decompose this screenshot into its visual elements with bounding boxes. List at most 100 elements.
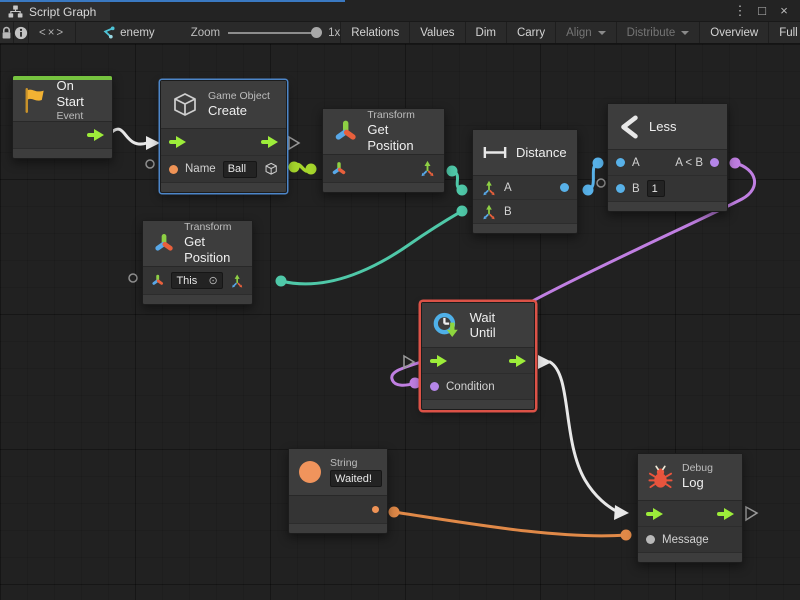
node-title: On Start	[56, 78, 102, 111]
transform-port-icon[interactable]	[331, 161, 347, 177]
vector3-port-icon[interactable]	[230, 273, 244, 289]
node-string-literal[interactable]: String	[288, 448, 388, 534]
info-icon	[14, 26, 28, 40]
node-header[interactable]: Transform Get Position	[323, 109, 444, 155]
node-category: Game Object	[208, 90, 270, 103]
node-subtitle: Event	[56, 110, 102, 123]
node-create-game-object[interactable]: Game Object Create Name	[160, 80, 287, 193]
graph-canvas[interactable]: On Start Event Game Object Creat	[0, 44, 800, 600]
node-title: Get Position	[367, 122, 434, 155]
node-footer	[638, 553, 742, 562]
chevron-down-icon	[681, 31, 689, 35]
name-input-port[interactable]	[169, 165, 178, 174]
tab-script-graph[interactable]: Script Graph	[0, 2, 110, 21]
distance-output-port[interactable]	[560, 183, 569, 192]
node-footer	[473, 224, 577, 233]
maximize-icon[interactable]: □	[752, 2, 772, 20]
script-graph-window: Script Graph ⋮ □ × <×>	[0, 0, 800, 600]
vector3-port-icon[interactable]	[419, 160, 436, 177]
node-footer	[608, 202, 727, 211]
flow-row	[638, 501, 742, 527]
node-category: String	[330, 457, 382, 470]
tab-title: Script Graph	[29, 5, 96, 19]
graph-hierarchy-icon	[8, 5, 23, 18]
lock-button[interactable]	[0, 22, 14, 43]
wire-getposition2-to-distance-b	[281, 211, 462, 284]
node-get-position-top[interactable]: Transform Get Position	[322, 108, 445, 193]
node-header[interactable]: Distance	[473, 130, 577, 176]
wire-onstart-to-create	[112, 129, 147, 144]
node-footer	[161, 183, 286, 192]
wire-distance-to-less-a	[588, 163, 598, 190]
close-icon[interactable]: ×	[774, 2, 794, 20]
unconnected-flow-marker	[289, 137, 299, 149]
node-wait-until[interactable]: Wait Until Condition	[421, 302, 535, 410]
less-output-port[interactable]	[710, 158, 719, 167]
target-field[interactable]: This ⊙	[171, 272, 222, 289]
less-a-port[interactable]	[616, 158, 625, 167]
node-footer	[143, 295, 252, 304]
vector3-port-icon[interactable]	[481, 204, 497, 220]
string-output-port[interactable]	[372, 506, 379, 513]
node-less[interactable]: Less A A < B B	[607, 103, 728, 212]
cube-icon	[171, 91, 199, 119]
code-icon: <×>	[39, 27, 65, 39]
flow-out-port[interactable]	[261, 136, 278, 148]
node-header[interactable]: Transform Get Position	[143, 221, 252, 267]
align-label: Align	[566, 27, 592, 39]
vector3-port-icon[interactable]	[481, 180, 497, 196]
message-port[interactable]	[646, 535, 655, 544]
wire-arrowhead	[146, 136, 160, 150]
code-view-button[interactable]: <×>	[29, 22, 76, 43]
node-header[interactable]: Less	[608, 104, 727, 150]
flow-out-port[interactable]	[509, 355, 526, 367]
b-value-input[interactable]	[647, 180, 665, 197]
distribute-button: Distribute	[617, 22, 701, 43]
flow-row	[422, 348, 534, 374]
flow-in-port[interactable]	[430, 355, 447, 367]
node-category: Transform	[184, 221, 242, 234]
node-header[interactable]: Debug Log	[638, 454, 742, 501]
flow-in-port[interactable]	[646, 508, 663, 520]
condition-port[interactable]	[430, 382, 439, 391]
node-category: Debug	[682, 462, 713, 475]
transform-port-icon[interactable]	[151, 273, 164, 288]
node-distance[interactable]: Distance A B	[472, 129, 578, 234]
string-value-input[interactable]	[330, 470, 382, 487]
fullscreen-button[interactable]: Full Screen	[769, 22, 800, 43]
node-header[interactable]: Wait Until	[422, 303, 534, 348]
node-debug-log[interactable]: Debug Log Message	[637, 453, 743, 563]
port-row	[289, 496, 387, 524]
zoom-slider-handle[interactable]	[311, 27, 322, 38]
node-header[interactable]: Game Object Create	[161, 81, 286, 129]
port-row	[13, 122, 112, 149]
info-button[interactable]	[14, 22, 29, 43]
more-menu-icon[interactable]: ⋮	[730, 2, 750, 20]
unconnected-port-marker	[597, 179, 605, 187]
zoom-slider[interactable]	[228, 32, 320, 34]
port-label: B	[632, 183, 640, 195]
port-label: B	[504, 206, 512, 218]
port-row	[323, 155, 444, 183]
wire-string-to-debuglog	[394, 512, 626, 536]
object-picker-icon[interactable]: ⊙	[208, 274, 217, 287]
less-b-port[interactable]	[616, 184, 625, 193]
graph-reference[interactable]: enemy	[102, 22, 155, 43]
flow-in-port[interactable]	[169, 136, 186, 148]
unconnected-flow-marker	[404, 356, 414, 368]
node-header[interactable]: String	[289, 449, 387, 496]
overview-button[interactable]: Overview	[700, 22, 769, 43]
relations-button[interactable]: Relations	[340, 22, 410, 43]
carry-button[interactable]: Carry	[507, 22, 556, 43]
node-get-position-bottom[interactable]: Transform Get Position This ⊙	[142, 220, 253, 305]
node-header[interactable]: On Start Event	[13, 80, 112, 122]
node-on-start-event[interactable]: On Start Event	[12, 75, 113, 159]
values-button[interactable]: Values	[410, 22, 465, 43]
zoom-control: Zoom 1x	[191, 22, 341, 43]
port-row: A A < B	[608, 150, 727, 176]
port-label: Name	[185, 163, 216, 175]
dim-button[interactable]: Dim	[466, 22, 507, 43]
flow-out-port[interactable]	[717, 508, 734, 520]
name-value-input[interactable]	[223, 161, 257, 178]
flow-out-port[interactable]	[87, 129, 104, 141]
